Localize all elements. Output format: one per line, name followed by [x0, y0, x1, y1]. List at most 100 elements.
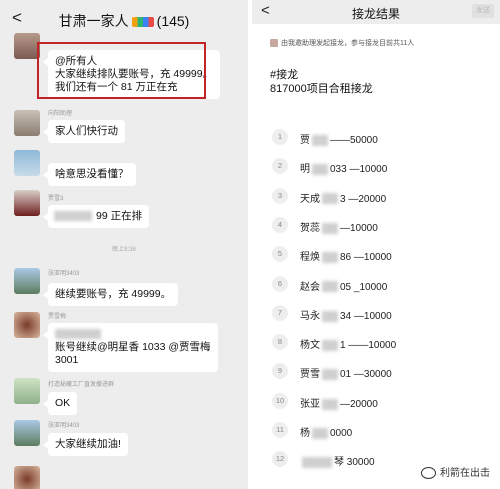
info-text: 由我邀助理发起接龙，参与接龙目前共11人 [281, 40, 415, 47]
sender-name: 贾雪梅 [48, 314, 67, 320]
message-line: OK [55, 397, 71, 409]
entry-name: 贾 [300, 135, 310, 146]
entry-name: 明 [300, 164, 310, 176]
entry-number: 9 [272, 363, 288, 380]
avatar[interactable] [14, 420, 40, 446]
entry-number: 7 [272, 304, 288, 321]
entry-number: 1 [272, 129, 288, 145]
message-line: 啥意思没看懂？ [55, 168, 129, 180]
blurred-content [322, 252, 338, 264]
sender-name: 向阳助理 [48, 111, 73, 117]
entry-amount: 033 —10000 [330, 164, 388, 176]
entry-amount: 3 —20000 [340, 193, 387, 205]
highlight-box [37, 42, 206, 99]
blurred-row [55, 328, 211, 341]
entry-amount: —20000 [340, 398, 378, 410]
jielong-entry: 贺蕊 —10000 [300, 219, 378, 234]
entry-amount: 0000 [330, 428, 353, 439]
entry-amount: ——50000 [330, 135, 378, 146]
jielong-entry: 马永 34 —10000 [300, 307, 392, 322]
group-chat-panel: < 甘肃一家人 (145) @所有人 大家继续排队要账号，充 49999。 我们还… [0, 0, 248, 489]
blurred-content [54, 211, 92, 221]
entry-name: 天成 [300, 193, 320, 205]
blurred-content [322, 369, 338, 381]
entry-number: 6 [272, 275, 288, 292]
blurred-content [322, 398, 338, 410]
entry-amount: 05 _10000 [340, 281, 388, 293]
entry-name: 杨文 [300, 340, 320, 352]
jielong-entry: 赵会 05 _10000 [300, 278, 387, 293]
jielong-entry: 明 033 —10000 [300, 160, 387, 175]
jielong-entry: 杨文 1 ——10000 [300, 336, 396, 351]
blurred-content [322, 339, 338, 351]
jielong-tag: #接龙 [270, 69, 299, 81]
group-name: 甘肃一家人 [58, 13, 129, 29]
avatar[interactable] [14, 150, 40, 176]
jielong-entry: 琴 30000 [300, 453, 375, 468]
entry-name: 贺蕊 [300, 222, 320, 234]
entry-number: 10 [272, 392, 288, 409]
entry-name: 张亚 [300, 398, 320, 410]
member-count: (145) [156, 13, 190, 29]
blurred-content [322, 281, 338, 293]
sender-name: 贾雪3 [48, 196, 64, 202]
avatar[interactable] [14, 110, 40, 136]
entry-name: 马永 [300, 310, 320, 322]
blurred-content [55, 329, 101, 340]
message-line: 家人们快行动 [55, 125, 118, 137]
message-line: 3001 [55, 354, 79, 366]
entry-number: 12 [272, 451, 288, 468]
message-bubble[interactable]: 继续要账号，充 49999。 [42, 283, 179, 306]
sender-name: 张亚明3403 [48, 423, 80, 429]
message-bubble[interactable]: 啥意思没看懂？ [43, 163, 136, 186]
entry-name: 程焕 [300, 252, 320, 264]
entry-number: 2 [272, 158, 288, 175]
entry-number: 11 [272, 422, 288, 438]
message-bubble[interactable]: OK [42, 392, 78, 415]
entry-name: 赵会 [300, 281, 320, 293]
chat-title: 甘肃一家人 (145) [0, 11, 248, 31]
message-bubble[interactable]: 大家继续加油! [43, 433, 128, 456]
message-line: 继续要账号，充 49999。 [55, 288, 172, 300]
entry-name: 杨 [300, 428, 310, 439]
entry-amount: 34 —10000 [340, 310, 392, 322]
message-bubble[interactable]: 99 正在排 [42, 205, 150, 228]
blurred-content [322, 222, 338, 234]
entry-amount: 01 —30000 [340, 369, 392, 381]
entry-amount: 琴 30000 [334, 457, 375, 469]
avatar[interactable] [14, 268, 40, 294]
blurred-content [312, 164, 328, 176]
rainbow-emoji-icon [131, 17, 154, 28]
avatar[interactable] [14, 312, 40, 338]
result-header: < 接龙结果 发送 [252, 0, 500, 24]
entry-number: 4 [272, 216, 288, 233]
blurred-content [312, 427, 328, 439]
watermark: 利箭在出击 [421, 464, 490, 479]
entry-name: 贾雪 [300, 369, 320, 381]
message-line: 大家继续加油! [55, 438, 121, 450]
blurred-content [312, 134, 328, 146]
sender-name: 张亚明3403 [48, 271, 80, 277]
avatar[interactable] [14, 190, 40, 216]
blurred-content [302, 457, 332, 469]
entry-amount: —10000 [340, 222, 378, 234]
blurred-content [322, 193, 338, 205]
entry-amount: 86 —10000 [340, 252, 392, 264]
entry-number: 3 [272, 187, 288, 204]
page-title: 接龙结果 [351, 7, 400, 21]
jielong-entry: 贾 ——50000 [300, 131, 378, 146]
entry-number: 5 [272, 246, 288, 263]
avatar[interactable] [14, 378, 40, 404]
message-bubble[interactable]: 账号继续@明星香 1033 @贾雪梅 3001 [43, 323, 218, 372]
jielong-title: 817000项目合租接龙 [270, 83, 373, 95]
timestamp: 晚上8:38 [112, 247, 136, 253]
jielong-description: #接龙 817000项目合租接龙 [270, 68, 373, 96]
message-line: 99 正在排 [96, 210, 143, 222]
jielong-entry: 程焕 86 —10000 [300, 248, 392, 263]
entry-amount: 1 ——10000 [340, 340, 397, 352]
jielong-info: 由我邀助理发起接龙，参与接龙目前共11人 [270, 38, 414, 48]
message-bubble[interactable]: 家人们快行动 [43, 120, 125, 143]
avatar[interactable] [14, 466, 40, 489]
message-line: 账号继续@明星香 1033 @贾雪梅 [55, 341, 211, 353]
send-button[interactable]: 发送 [472, 4, 494, 18]
